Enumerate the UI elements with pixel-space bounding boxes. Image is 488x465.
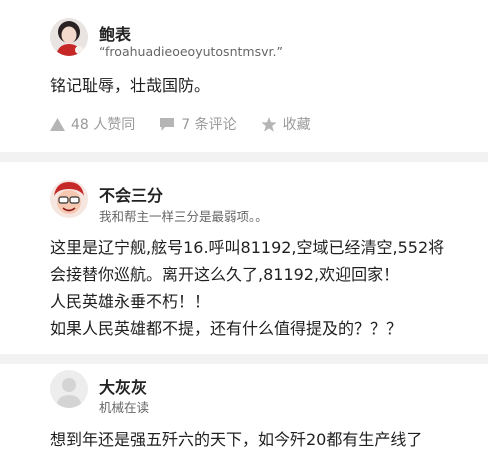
comment-line: 想到年还是强五歼六的天下，如今歼20都有生产线了 (50, 430, 423, 449)
comment-line: 这里是辽宁舰,舷号16.呼叫81192,空域已经清空,552将 (50, 238, 445, 257)
comment-author-name[interactable]: 不会三分 (99, 182, 163, 206)
like-count: 48 人赞同 (71, 117, 136, 133)
post-author-name[interactable]: 鲍表 (99, 21, 131, 45)
section-divider (0, 354, 488, 364)
comment-icon (160, 117, 175, 131)
comment-line: 如果人民英雄都不提，还有什么值得提及的？？？ (50, 319, 403, 338)
post-actions: 48 人赞同 7 条评论 收藏 (50, 114, 335, 134)
avatar[interactable] (50, 18, 88, 56)
post-card: 鲍表 “froahuadieoeoyutosntmsvr.” 铭记耻辱，壮哉国防… (0, 0, 488, 152)
comment-author-name[interactable]: 大灰灰 (99, 374, 147, 398)
comment-item: 大灰灰 机械在读 想到年还是强五歼六的天下，如今歼20都有生产线了 (0, 364, 488, 465)
star-icon (261, 116, 277, 132)
cartoon-avatar-icon (50, 180, 88, 218)
user-photo-icon (50, 18, 88, 56)
comment-author-signature: 机械在读 (99, 400, 150, 415)
avatar[interactable] (50, 370, 88, 408)
comment-author-signature: 我和帮主一样三分是最弱项。。 (99, 209, 268, 224)
comment-line: 会接替你巡航。离开这么久了,81192,欢迎回家！ (50, 265, 400, 284)
favorite-label: 收藏 (282, 117, 311, 133)
post-author-signature: “froahuadieoeoyutosntmsvr.” (99, 44, 283, 59)
upvote-icon (50, 117, 65, 131)
favorite-button[interactable]: 收藏 (261, 114, 311, 134)
like-button[interactable]: 48 人赞同 (50, 114, 135, 134)
section-divider (0, 152, 488, 162)
comment-button[interactable]: 7 条评论 (159, 114, 237, 134)
post-text: 铭记耻辱，壮哉国防。 (50, 76, 211, 95)
comment-item: 不会三分 我和帮主一样三分是最弱项。。 这里是辽宁舰,舷号16.呼叫81192,… (0, 162, 488, 354)
default-avatar-icon (50, 370, 88, 408)
comment-line: 人民英雄永垂不朽！！ (50, 292, 211, 311)
avatar[interactable] (50, 180, 88, 218)
comment-count: 7 条评论 (181, 117, 237, 133)
